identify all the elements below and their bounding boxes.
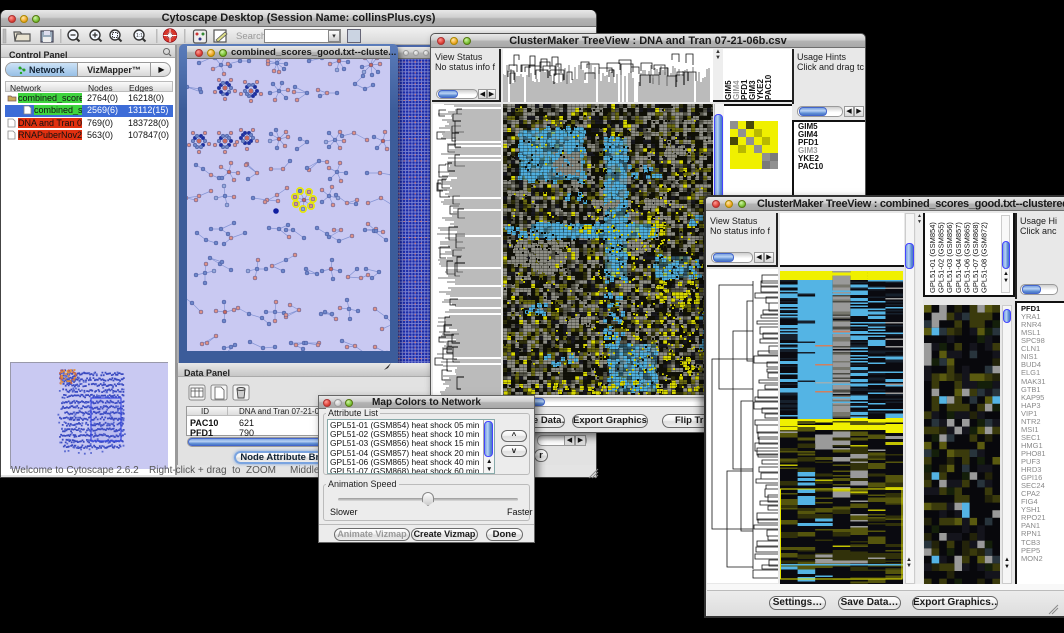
svg-text:PAC10: PAC10 <box>764 74 773 100</box>
svg-text:1:1: 1:1 <box>136 33 143 39</box>
svg-text:GPL51-08 (GSM872): GPL51-08 (GSM872) <box>980 222 989 293</box>
